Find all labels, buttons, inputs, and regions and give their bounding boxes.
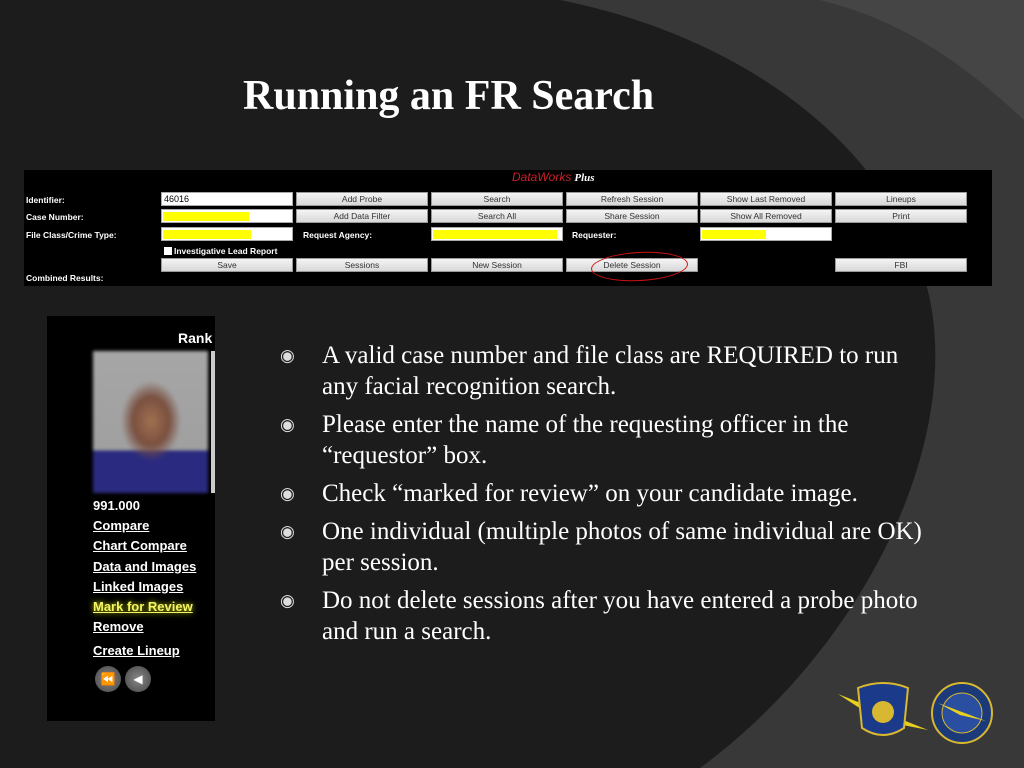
request-agency-input[interactable] — [431, 227, 563, 241]
add-probe-button[interactable]: Add Probe — [296, 192, 428, 206]
bullet-item: ◉ One individual (multiple photos of same… — [280, 518, 922, 576]
previous-page-icon[interactable]: ◀ — [125, 666, 151, 692]
refresh-session-button[interactable]: Refresh Session — [566, 192, 698, 206]
bullet-item: ◉ A valid case number and file class are … — [280, 342, 899, 400]
candidate-results-panel: Rank 991.000 Compare Chart Compare Data … — [47, 316, 215, 721]
sessions-button[interactable]: Sessions — [296, 258, 428, 272]
file-class-input[interactable] — [161, 227, 293, 241]
file-class-label: File Class/Crime Type: — [26, 230, 117, 240]
redaction-highlight — [433, 230, 557, 239]
investigative-lead-checkbox[interactable]: Investigative Lead Report — [164, 246, 277, 256]
checkbox-label: Investigative Lead Report — [174, 246, 278, 256]
dataworks-search-panel: DataWorks Plus Identifier: Case Number: F… — [24, 170, 992, 286]
chart-compare-link[interactable]: Chart Compare — [93, 538, 196, 558]
bullet-item: ◉ Check “marked for review” on your candi… — [280, 480, 858, 507]
lineups-button[interactable]: Lineups — [835, 192, 967, 206]
identifier-input[interactable]: 46016 — [161, 192, 293, 206]
create-lineup-link[interactable]: Create Lineup — [93, 643, 196, 663]
add-data-filter-button[interactable]: Add Data Filter — [296, 209, 428, 223]
show-all-removed-button[interactable]: Show All Removed — [700, 209, 832, 223]
print-button[interactable]: Print — [835, 209, 967, 223]
linked-images-link[interactable]: Linked Images — [93, 579, 196, 599]
redaction-highlight — [702, 230, 766, 239]
compare-link[interactable]: Compare — [93, 518, 196, 538]
checkbox-box[interactable] — [164, 247, 172, 255]
next-candidate-photo — [211, 351, 215, 493]
bullet-list: ◉ A valid case number and file class are … — [280, 340, 940, 654]
save-button[interactable]: Save — [161, 258, 293, 272]
identifier-label: Identifier: — [26, 195, 65, 205]
redaction-highlight — [163, 212, 249, 221]
new-session-button[interactable]: New Session — [431, 258, 563, 272]
bullet-icon: ◉ — [280, 415, 295, 434]
share-session-button[interactable]: Share Session — [566, 209, 698, 223]
bullet-icon: ◉ — [280, 522, 295, 541]
bullet-icon: ◉ — [280, 484, 295, 503]
fbi-button[interactable]: FBI — [835, 258, 967, 272]
show-last-removed-button[interactable]: Show Last Removed — [700, 192, 832, 206]
bullet-icon: ◉ — [280, 591, 295, 610]
redaction-highlight — [163, 230, 251, 239]
candidate-actions: Compare Chart Compare Data and Images Li… — [93, 518, 196, 663]
annotation-circle — [590, 249, 689, 284]
rank-header: Rank — [178, 330, 213, 346]
slide-title: Running an FR Search — [243, 73, 655, 119]
requester-input[interactable] — [700, 227, 832, 241]
candidate-score: 991.000 — [93, 498, 140, 513]
case-number-label: Case Number: — [26, 212, 84, 222]
bullet-item: ◉ Please enter the name of the requesting… — [280, 411, 849, 469]
request-agency-label: Request Agency: — [303, 230, 373, 240]
bullet-icon: ◉ — [280, 346, 295, 365]
search-all-button[interactable]: Search All — [431, 209, 563, 223]
data-and-images-link[interactable]: Data and Images — [93, 559, 196, 579]
case-number-input[interactable] — [161, 209, 293, 223]
remove-link[interactable]: Remove — [93, 619, 196, 639]
search-button[interactable]: Search — [431, 192, 563, 206]
first-page-icon[interactable]: ⏪ — [95, 666, 121, 692]
candidate-photo[interactable] — [93, 351, 208, 493]
requester-label: Requester: — [572, 230, 617, 240]
agency-seal-logo — [931, 682, 993, 744]
mark-for-review-link[interactable]: Mark for Review — [93, 599, 196, 619]
michigan-state-police-logo — [838, 682, 928, 736]
brand-logo: DataWorks Plus — [512, 170, 595, 184]
combined-results-label: Combined Results: — [26, 273, 104, 283]
bullet-item: ◉ Do not delete sessions after you have e… — [280, 587, 918, 645]
